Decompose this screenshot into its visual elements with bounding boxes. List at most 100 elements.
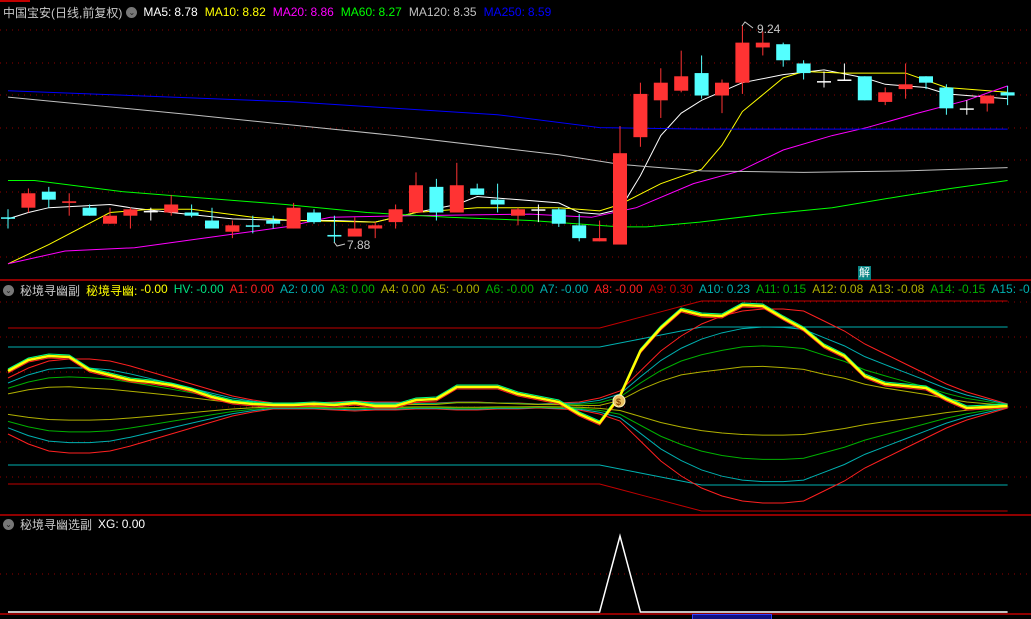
candle-body xyxy=(245,225,260,227)
outer-band-bottom-red xyxy=(8,483,1008,512)
indicator-value: 0.23 xyxy=(726,282,751,296)
candle-body xyxy=(878,92,893,102)
candle-body xyxy=(776,44,791,61)
chevron-down-icon[interactable]: ⌄ xyxy=(3,518,14,530)
candle-body xyxy=(429,186,444,213)
low-price-label: 7.88 xyxy=(347,238,371,252)
candle-body xyxy=(41,191,56,200)
analysis-badge[interactable]: 解 xyxy=(858,266,871,280)
stock-chart-window: 9.24 7.88 $ 中国宝安(日线,前复权) ⌄ MA5: 8.78 MA10: 8.… xyxy=(0,0,1031,619)
ma-item: MA5: 8.78 xyxy=(143,5,197,19)
date-cursor-box xyxy=(692,614,772,619)
candle-body xyxy=(449,185,464,213)
ma-line-ma20 xyxy=(7,85,1008,265)
candle-body xyxy=(164,204,179,213)
main-chart-header: 中国宝安(日线,前复权) ⌄ MA5: 8.78 MA10: 8.82 MA20: 8.8… xyxy=(3,4,558,20)
indicator-item: A1: 0.00 xyxy=(230,282,274,298)
ma-value: 8.82 xyxy=(242,5,266,19)
indicator-item: A14: -0.15 xyxy=(930,282,985,298)
indicator-label: A10: xyxy=(699,282,724,296)
indicator-value: 0.15 xyxy=(782,282,807,296)
chart-canvas[interactable]: 9.24 7.88 $ xyxy=(0,0,1031,619)
indicator-label: A3: xyxy=(330,282,349,296)
chevron-down-icon[interactable]: ⌄ xyxy=(3,284,14,296)
candle-body xyxy=(551,209,566,224)
indicator-label: A13: xyxy=(869,282,894,296)
indicator-item: A11: 0.15 xyxy=(756,282,806,298)
low-arrow-icon xyxy=(333,241,346,247)
indicator-label: A2: xyxy=(280,282,299,296)
candle-body xyxy=(21,193,36,208)
candle-body xyxy=(898,84,913,90)
candle-body xyxy=(225,225,240,232)
ma-line-ma120 xyxy=(7,96,1008,173)
indicator-label: A12: xyxy=(812,282,837,296)
candle-body xyxy=(205,220,219,229)
outer-band-top-red xyxy=(8,300,1008,329)
indicator-label: 秘境寻幽: xyxy=(86,283,138,298)
ma-label: MA10: xyxy=(204,5,240,19)
indicator-value: 0.00 xyxy=(351,282,375,296)
ma-line-ma250 xyxy=(7,90,1008,130)
indicator-value: -0.00 xyxy=(452,282,480,296)
outer-band-top-cyan xyxy=(8,326,1008,348)
ma-item: MA20: 8.86 xyxy=(273,5,334,19)
xg-value: 0.00 xyxy=(121,517,146,531)
candle-body xyxy=(857,76,872,101)
candle-body xyxy=(286,207,301,229)
indicator-value: -0.23 xyxy=(1019,282,1031,296)
candle-body xyxy=(980,95,995,104)
indicator-item: HV: -0.00 xyxy=(174,282,224,298)
indicator-value: 0.08 xyxy=(839,282,864,296)
ma-label: MA120: xyxy=(408,5,451,19)
indicator-value: 0.30 xyxy=(669,282,694,296)
indicator-label: A11: xyxy=(756,282,780,296)
candle-body xyxy=(572,225,587,239)
indicator-item: A8: -0.00 xyxy=(594,282,642,298)
indicator-value: -0.15 xyxy=(958,282,986,296)
indicator-value: 0.00 xyxy=(401,282,426,296)
candle-body xyxy=(613,153,627,245)
indicator-label: A7: xyxy=(539,282,558,296)
stock-title: 中国宝安(日线,前复权) xyxy=(3,5,123,20)
chevron-down-icon[interactable]: ⌄ xyxy=(126,6,138,18)
candle-body xyxy=(939,87,954,109)
candle-body xyxy=(817,81,831,83)
ma-label: MA60: xyxy=(340,5,376,19)
high-arrow-icon xyxy=(741,21,754,29)
indicator-label: HV: xyxy=(173,282,194,296)
indicator-item: A7: -0.00 xyxy=(540,282,588,298)
indicator-value: 0.00 xyxy=(250,282,275,296)
selector-title: 秘境寻幽选副 xyxy=(20,517,93,532)
candle-body xyxy=(123,209,138,216)
candle-body xyxy=(347,228,362,237)
indicator-item: A6: -0.00 xyxy=(486,282,534,298)
candle-body xyxy=(409,185,423,213)
candle-body xyxy=(388,209,403,223)
indicator-band-line xyxy=(7,407,1008,483)
ma-value: 8.35 xyxy=(453,5,477,19)
xg-line xyxy=(8,533,1008,613)
dollar-sign-icon: $ xyxy=(616,397,621,407)
candle-body xyxy=(531,209,546,211)
indicator-band-line xyxy=(7,407,1008,504)
candle-body xyxy=(368,225,383,229)
candle-body xyxy=(674,76,689,91)
indicator-band-line xyxy=(7,406,1008,460)
indicator-item: A12: 0.08 xyxy=(812,282,863,298)
indicator-label: A9: xyxy=(648,282,667,296)
indicator-legend: 秘境寻幽: -0.00 HV: -0.00 A1: 0.00 A2: 0.00 A3: 0.00 A… xyxy=(86,282,1031,298)
indicator-value: -0.00 xyxy=(560,282,589,296)
candle-body xyxy=(266,220,281,224)
indicator-item: A4: 0.00 xyxy=(381,282,425,298)
indicator-value: -0.00 xyxy=(140,282,168,296)
candle-body xyxy=(755,42,770,48)
candle-body xyxy=(143,210,158,213)
outer-band-bottom-cyan xyxy=(8,464,1008,486)
indicator-label: A4: xyxy=(380,282,399,296)
candle-body xyxy=(653,82,668,101)
candle-body xyxy=(796,63,811,74)
indicator-label: A15: xyxy=(991,282,1017,296)
high-price-label: 9.24 xyxy=(757,22,781,36)
indicator-band-line xyxy=(7,365,1008,407)
